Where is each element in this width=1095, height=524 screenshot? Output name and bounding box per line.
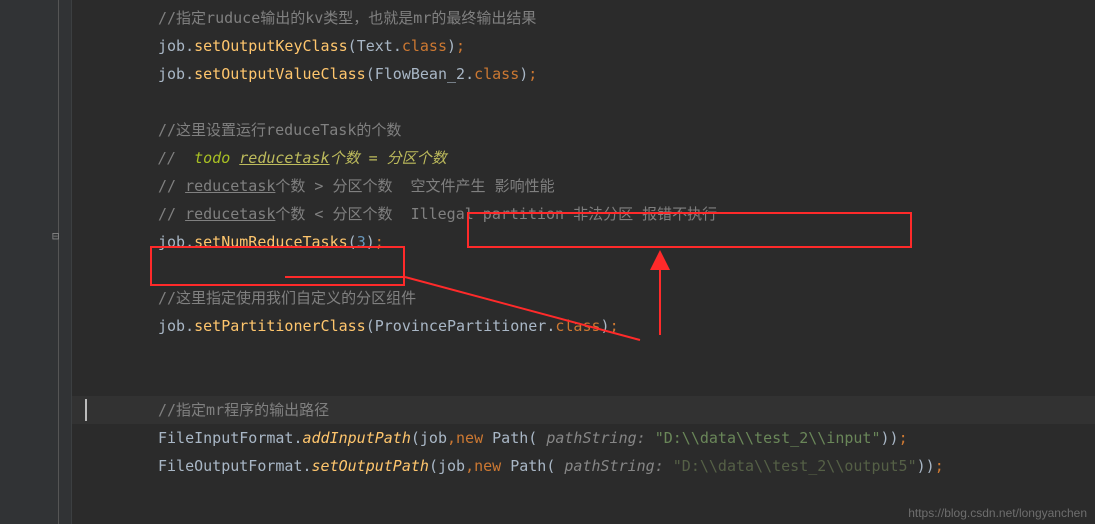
method-call: setOutputValueClass (194, 65, 366, 83)
code-line: FileOutputFormat.setOutputPath(job,new P… (84, 452, 1095, 480)
keyword: class (402, 37, 447, 55)
blank-line (84, 256, 1095, 284)
code-line: job.setNumReduceTasks(3); (84, 228, 1095, 256)
watermark-text: https://blog.csdn.net/longyanchen (908, 506, 1087, 520)
identifier: job (158, 37, 185, 55)
editor-gutter: ⊟ (0, 0, 72, 524)
method-call: setPartitionerClass (194, 317, 366, 335)
method-call: setNumReduceTasks (194, 233, 348, 251)
code-line: // todo reducetask个数 = 分区个数 (84, 144, 1095, 172)
comment-text: //指定mr程序的输出路径 (158, 401, 329, 419)
caret-line (84, 368, 1095, 396)
fold-guide-line (58, 0, 59, 524)
blank-line (84, 340, 1095, 368)
code-editor[interactable]: //指定ruduce输出的kv类型，也就是mr的最终输出结果 job.setOu… (72, 0, 1095, 524)
code-line: job.setOutputValueClass(FlowBean_2.class… (84, 60, 1095, 88)
comment-text: //指定ruduce输出的kv类型，也就是mr的最终输出结果 (158, 9, 536, 27)
string-literal: "D:\\data\\test_2\\output5" (673, 457, 917, 475)
code-line: job.setPartitionerClass(ProvincePartitio… (84, 312, 1095, 340)
method-call: setOutputPath (312, 457, 429, 475)
class-ref: FileOutputFormat (158, 457, 303, 475)
class-ref: ProvincePartitioner (375, 317, 547, 335)
dot: . (185, 37, 194, 55)
code-line: job.setOutputKeyClass(Text.class); (84, 32, 1095, 60)
class-ref: Text (357, 37, 393, 55)
comment-text: //这里设置运行reduceTask的个数 (158, 121, 401, 139)
string-literal: "D:\\data\\test_2\\input" (655, 429, 881, 447)
code-line: //指定ruduce输出的kv类型，也就是mr的最终输出结果 (84, 4, 1095, 32)
code-line: //指定mr程序的输出路径 (84, 396, 1095, 424)
code-line: // reducetask个数 < 分区个数 Illegal partition… (84, 200, 1095, 228)
method-call: addInputPath (303, 429, 411, 447)
comment-text: //这里指定使用我们自定义的分区组件 (158, 289, 416, 307)
code-line: FileInputFormat.addInputPath(job,new Pat… (84, 424, 1095, 452)
class-ref: FileInputFormat (158, 429, 293, 447)
code-line: // reducetask个数 > 分区个数 空文件产生 影响性能 (84, 172, 1095, 200)
blank-line (84, 88, 1095, 116)
todo-marker: todo (194, 149, 239, 167)
class-ref: FlowBean_2 (375, 65, 465, 83)
code-line: //这里指定使用我们自定义的分区组件 (84, 284, 1095, 312)
number-literal: 3 (357, 233, 366, 251)
box-text-2: Illegal partition 非法分区 报错不执行 (411, 205, 718, 223)
parameter-hint: pathString: (537, 429, 654, 447)
code-line: //这里设置运行reduceTask的个数 (84, 116, 1095, 144)
text-caret (85, 399, 87, 421)
fold-toggle-icon[interactable]: ⊟ (52, 229, 59, 243)
method-call: setOutputKeyClass (194, 37, 348, 55)
